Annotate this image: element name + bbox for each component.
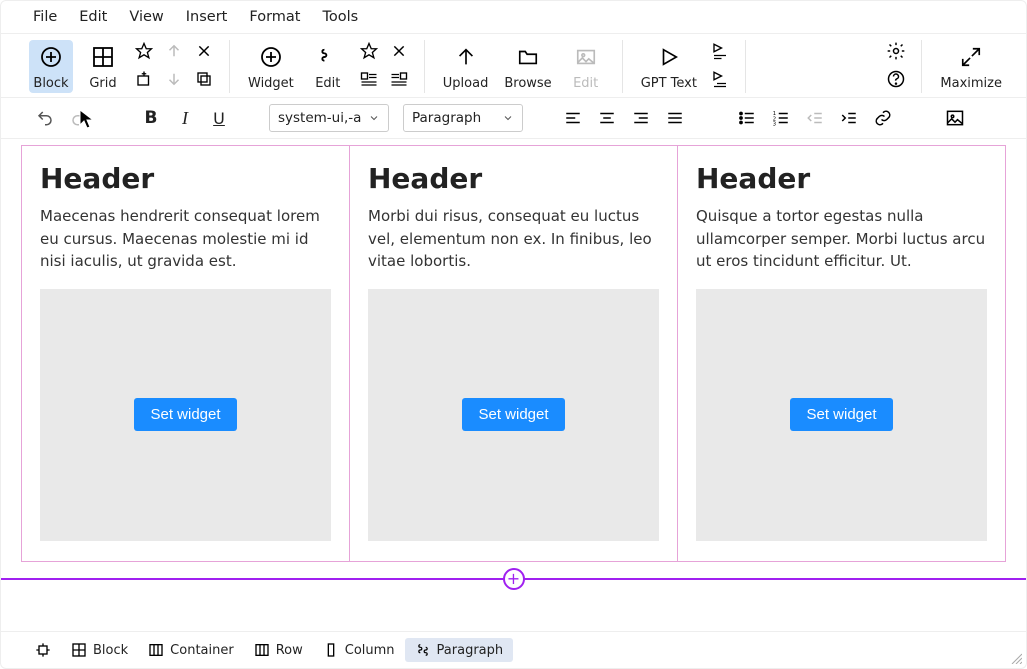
insert-line: + (1, 578, 1026, 580)
section-icon (315, 44, 341, 70)
insert-plus-button[interactable]: + (503, 568, 525, 590)
underline-icon[interactable]: U (207, 106, 231, 130)
star-icon[interactable] (358, 40, 380, 62)
breadcrumb-row[interactable]: Row (244, 638, 313, 662)
breadcrumb-column[interactable]: Column (313, 638, 405, 662)
bold-icon[interactable]: B (139, 106, 163, 130)
play-icon (656, 44, 682, 70)
ribbon-grid[interactable]: Grid (81, 40, 125, 93)
italic-icon[interactable]: I (173, 106, 197, 130)
column-3[interactable]: Header Quisque a tortor egestas nulla ul… (678, 146, 1005, 561)
grid-icon (90, 44, 116, 70)
menu-file[interactable]: File (33, 9, 57, 25)
ribbon-maximize[interactable]: Maximize (936, 40, 1006, 93)
breadcrumb-block-label: Block (93, 643, 128, 658)
indent-icon[interactable] (837, 106, 861, 130)
play-indent-icon[interactable] (709, 68, 731, 90)
image-edit-icon (573, 44, 599, 70)
plus-circle-icon (258, 44, 284, 70)
ribbon-browse-label: Browse (504, 76, 551, 91)
outdent-icon (803, 106, 827, 130)
float-left-icon[interactable] (358, 68, 380, 90)
align-center-icon[interactable] (595, 106, 619, 130)
ribbon-gpt-label: GPT Text (641, 76, 697, 91)
ribbon-editimg-label: Edit (573, 76, 598, 91)
menu-view[interactable]: View (129, 9, 163, 25)
column-header: Header (368, 162, 659, 195)
ribbon-upload[interactable]: Upload (439, 40, 493, 93)
menu-edit[interactable]: Edit (79, 9, 107, 25)
ribbon-widget-label: Widget (248, 76, 294, 91)
breadcrumb-column-label: Column (345, 643, 395, 658)
breadcrumb-selection-icon[interactable] (25, 638, 61, 662)
plus-circle-icon (38, 44, 64, 70)
set-widget-button[interactable]: Set widget (134, 398, 236, 431)
number-list-icon[interactable]: 123 (769, 106, 793, 130)
insert-box-icon[interactable] (133, 68, 155, 90)
ribbon-upload-label: Upload (443, 76, 489, 91)
content-block[interactable]: Header Maecenas hendrerit consequat lore… (21, 145, 1006, 562)
arrow-up-icon (163, 40, 185, 62)
paragraph-dropdown[interactable]: Paragraph (403, 104, 523, 132)
breadcrumb-container-label: Container (170, 643, 234, 658)
breadcrumb-paragraph[interactable]: Paragraph (405, 638, 514, 662)
align-left-icon[interactable] (561, 106, 585, 130)
chevron-down-icon (502, 112, 514, 124)
set-widget-button[interactable]: Set widget (790, 398, 892, 431)
column-body: Morbi dui risus, consequat eu luctus vel… (368, 205, 659, 273)
ribbon-block[interactable]: Block (29, 40, 73, 93)
svg-text:3: 3 (773, 122, 776, 128)
column-header: Header (696, 162, 987, 195)
widget-placeholder: Set widget (368, 289, 659, 541)
breadcrumb-container[interactable]: Container (138, 638, 244, 662)
redo-icon (67, 106, 91, 130)
menu-insert[interactable]: Insert (186, 9, 228, 25)
paragraph-value: Paragraph (412, 110, 481, 126)
font-family-value: system-ui,-ap… (278, 110, 362, 126)
widget-placeholder: Set widget (40, 289, 331, 541)
folder-icon (515, 44, 541, 70)
menu-format[interactable]: Format (249, 9, 300, 25)
copy-icon[interactable] (193, 68, 215, 90)
chevron-down-icon (368, 112, 380, 124)
breadcrumb-row-label: Row (276, 643, 303, 658)
star-icon[interactable] (133, 40, 155, 62)
ribbon-edit-label: Edit (315, 76, 340, 91)
ribbon-edit-image: Edit (564, 40, 608, 93)
bullet-list-icon[interactable] (735, 106, 759, 130)
column-header: Header (40, 162, 331, 195)
float-right-icon[interactable] (388, 68, 410, 90)
x-icon[interactable] (388, 40, 410, 62)
column-1[interactable]: Header Maecenas hendrerit consequat lore… (22, 146, 350, 561)
maximize-icon (958, 44, 984, 70)
ribbon-gpt-text[interactable]: GPT Text (637, 40, 701, 93)
column-body: Quisque a tortor egestas nulla ullamcorp… (696, 205, 987, 273)
ribbon-maximize-label: Maximize (940, 76, 1002, 91)
arrow-up-icon (453, 44, 479, 70)
x-icon[interactable] (193, 40, 215, 62)
breadcrumb-paragraph-label: Paragraph (437, 643, 504, 658)
ribbon-grid-label: Grid (89, 76, 116, 91)
ribbon-block-label: Block (33, 76, 68, 91)
link-icon[interactable] (871, 106, 895, 130)
resize-handle[interactable] (1010, 652, 1022, 664)
font-family-dropdown[interactable]: system-ui,-ap… (269, 104, 389, 132)
ribbon-edit-widget[interactable]: Edit (306, 40, 350, 93)
undo-icon[interactable] (33, 106, 57, 130)
play-lines-icon[interactable] (709, 40, 731, 62)
align-justify-icon[interactable] (663, 106, 687, 130)
help-icon[interactable] (885, 68, 907, 90)
breadcrumb-block[interactable]: Block (61, 638, 138, 662)
set-widget-button[interactable]: Set widget (462, 398, 564, 431)
menu-tools[interactable]: Tools (322, 9, 358, 25)
gear-icon[interactable] (885, 40, 907, 62)
arrow-down-icon (163, 68, 185, 90)
widget-placeholder: Set widget (696, 289, 987, 541)
ribbon-browse[interactable]: Browse (500, 40, 555, 93)
column-2[interactable]: Header Morbi dui risus, consequat eu luc… (350, 146, 678, 561)
align-right-icon[interactable] (629, 106, 653, 130)
ribbon-widget[interactable]: Widget (244, 40, 298, 93)
image-icon[interactable] (943, 106, 967, 130)
column-body: Maecenas hendrerit consequat lorem eu cu… (40, 205, 331, 273)
